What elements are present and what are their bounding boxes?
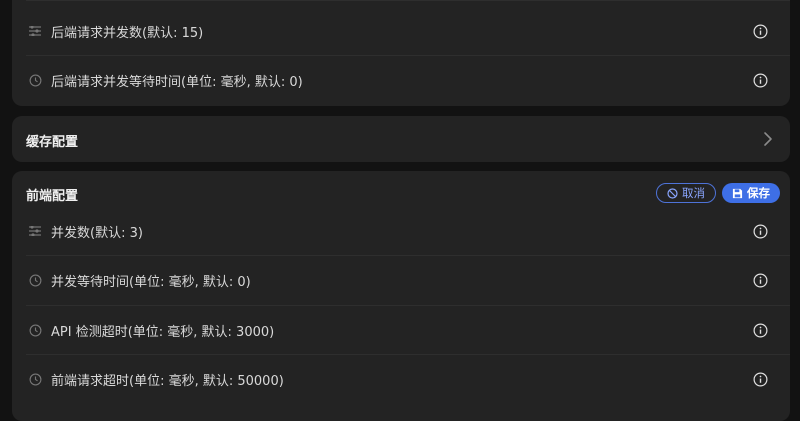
setting-row-concurrency[interactable]: 并发数(默认: 3) (12, 207, 790, 255)
setting-label: API 检测超时(单位: 毫秒, 默认: 3000) (51, 324, 275, 340)
setting-label: 并发等待时间(单位: 毫秒, 默认: 0) (51, 274, 251, 290)
info-icon[interactable] (752, 72, 768, 88)
frontend-config-card: 前端配置 取消 保存 并发数(默认: 3) 并发等待时间(单位: 毫秒, 默认:… (12, 171, 790, 421)
setting-label: 前端请求超时(单位: 毫秒, 默认: 50000) (51, 373, 284, 389)
section-title: 前端配置 (26, 189, 79, 204)
list-icon (28, 224, 42, 238)
info-icon[interactable] (752, 371, 768, 387)
clock-icon (28, 323, 42, 337)
save-button[interactable]: 保存 (722, 183, 780, 203)
cancel-button-label: 取消 (682, 186, 705, 200)
info-icon[interactable] (752, 23, 768, 39)
setting-row-backend-wait-time[interactable]: 后端请求并发等待时间(单位: 毫秒, 默认: 0) (12, 56, 790, 104)
section-title: 缓存配置 (26, 135, 79, 150)
info-icon[interactable] (752, 272, 768, 288)
info-icon[interactable] (752, 223, 768, 239)
setting-row-request-timeout[interactable]: 前端请求超时(单位: 毫秒, 默认: 50000) (12, 355, 790, 403)
save-icon (732, 188, 743, 198)
cancel-button[interactable]: 取消 (656, 183, 716, 203)
setting-label: 并发数(默认: 3) (51, 225, 143, 241)
setting-row-backend-concurrency[interactable]: 后端请求并发数(默认: 15) (12, 7, 790, 55)
setting-row-api-timeout[interactable]: API 检测超时(单位: 毫秒, 默认: 3000) (12, 306, 790, 354)
backend-config-card: 后端请求并发数(默认: 15) 后端请求并发等待时间(单位: 毫秒, 默认: 0… (12, 0, 790, 106)
divider (26, 0, 790, 1)
info-icon[interactable] (752, 322, 768, 338)
clock-icon (28, 73, 42, 87)
clock-icon (28, 273, 42, 287)
save-button-label: 保存 (747, 186, 770, 200)
clock-icon (28, 372, 42, 386)
chevron-right-icon[interactable] (760, 129, 776, 149)
ban-icon (667, 187, 678, 199)
list-icon (28, 24, 42, 38)
setting-label: 后端请求并发等待时间(单位: 毫秒, 默认: 0) (51, 74, 303, 90)
setting-label: 后端请求并发数(默认: 15) (51, 25, 204, 41)
setting-row-wait-time[interactable]: 并发等待时间(单位: 毫秒, 默认: 0) (12, 256, 790, 304)
cache-config-card[interactable]: 缓存配置 (12, 116, 790, 162)
